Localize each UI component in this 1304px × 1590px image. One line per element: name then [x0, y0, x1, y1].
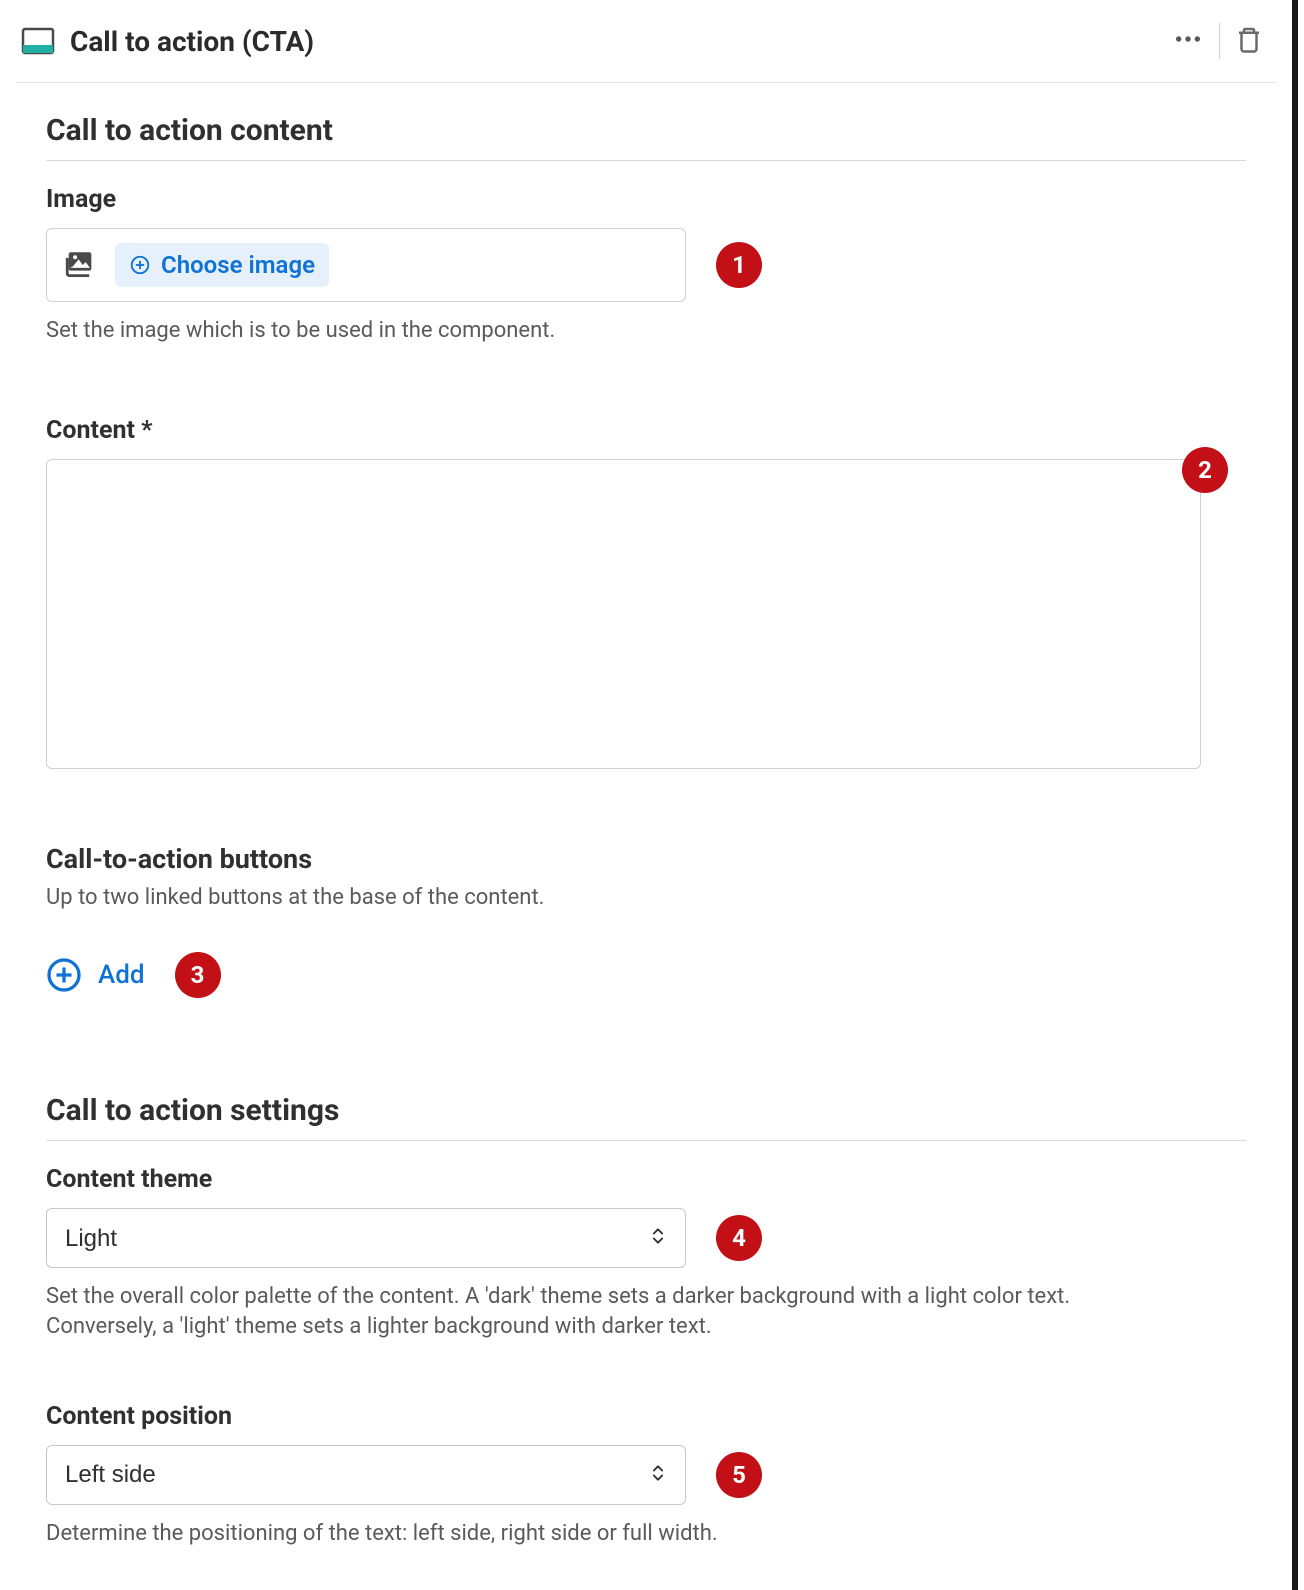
- annotation-badge-5: 5: [716, 1452, 762, 1498]
- choose-image-button[interactable]: Choose image: [115, 243, 329, 287]
- panel-title: Call to action (CTA): [70, 25, 314, 58]
- theme-select[interactable]: Light: [46, 1208, 686, 1268]
- image-field-help: Set the image which is to be used in the…: [46, 316, 1246, 346]
- position-field-label: Content position: [46, 1402, 1246, 1431]
- position-select-wrap: Left side: [46, 1445, 686, 1505]
- annotation-badge-4: 4: [716, 1215, 762, 1261]
- add-button[interactable]: Add: [46, 957, 145, 993]
- add-button-label: Add: [98, 960, 145, 990]
- more-actions-icon[interactable]: [1167, 18, 1209, 64]
- panel-header: Call to action (CTA): [0, 0, 1292, 82]
- annotation-badge-1: 1: [716, 242, 762, 288]
- theme-select-wrap: Light: [46, 1208, 686, 1268]
- position-field-help: Determine the positioning of the text: l…: [46, 1519, 1246, 1549]
- content-textarea[interactable]: [46, 459, 1201, 769]
- section-buttons-title: Call-to-action buttons: [46, 843, 1246, 875]
- component-icon: [20, 23, 56, 59]
- section-content-title: Call to action content: [46, 113, 1246, 148]
- image-field: Choose image: [46, 228, 686, 302]
- section-buttons-help: Up to two linked buttons at the base of …: [46, 883, 1246, 913]
- section-rule: [46, 160, 1246, 161]
- delete-icon[interactable]: [1230, 20, 1268, 62]
- section-settings-title: Call to action settings: [46, 1093, 1246, 1128]
- annotation-badge-3: 3: [175, 952, 221, 998]
- header-divider: [1219, 23, 1220, 59]
- content-field-label: Content *: [46, 416, 1246, 445]
- choose-image-label: Choose image: [161, 251, 315, 279]
- theme-field-label: Content theme: [46, 1165, 1246, 1194]
- images-icon: [63, 248, 97, 282]
- annotation-badge-2: 2: [1182, 447, 1228, 493]
- cta-editor-panel: Call to action (CTA) Call to action cont…: [0, 0, 1298, 1590]
- image-field-label: Image: [46, 185, 1246, 214]
- section-rule-2: [46, 1140, 1246, 1141]
- position-select[interactable]: Left side: [46, 1445, 686, 1505]
- theme-field-help: Set the overall color palette of the con…: [46, 1282, 1186, 1341]
